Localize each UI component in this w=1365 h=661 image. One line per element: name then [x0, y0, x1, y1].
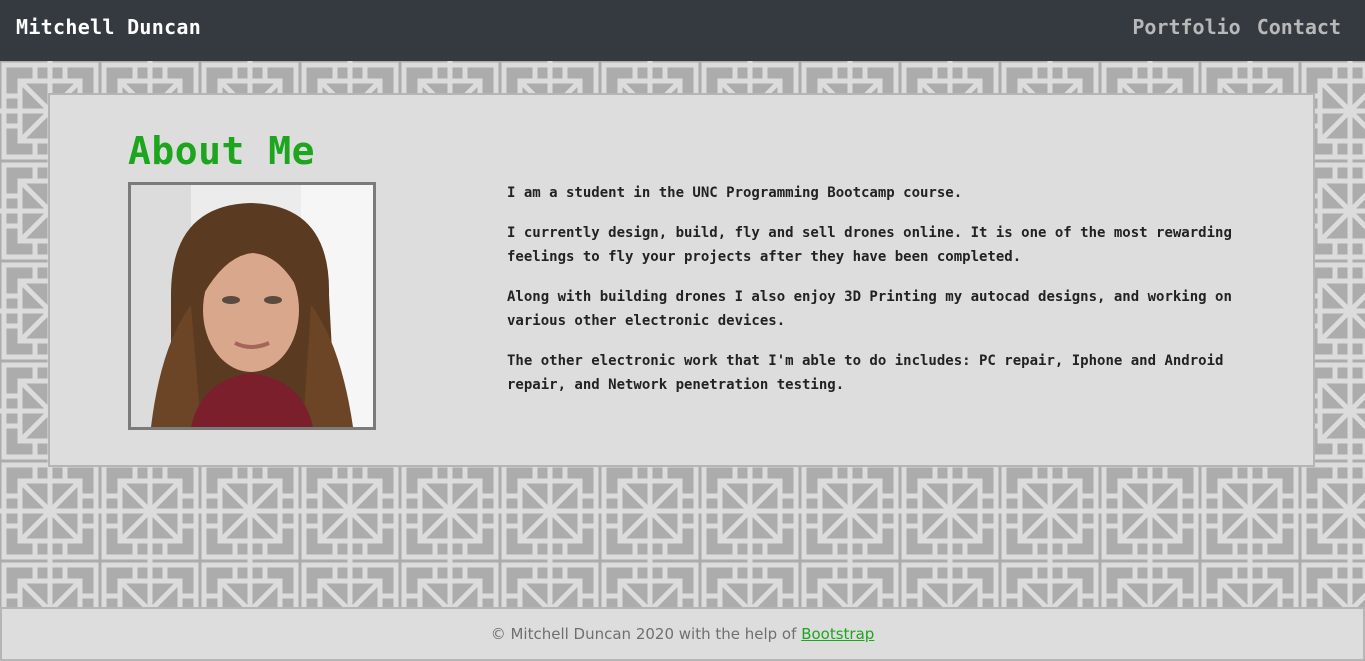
nav-links: Portfolio Contact	[1132, 15, 1341, 39]
footer-text: © Mitchell Duncan 2020 with the help of	[490, 625, 797, 643]
brand-name[interactable]: Mitchell Duncan	[16, 15, 201, 39]
bio-paragraph: Along with building drones I also enjoy …	[507, 289, 1232, 329]
bio-paragraph: I currently design, build, fly and sell …	[507, 225, 1232, 265]
bootstrap-link[interactable]: Bootstrap	[801, 625, 874, 643]
bio-text: I am a student in the UNC Programming Bo…	[507, 181, 1247, 413]
bio-paragraph: I am a student in the UNC Programming Bo…	[507, 185, 963, 201]
page-footer: © Mitchell Duncan 2020 with the help of …	[0, 607, 1365, 661]
about-card: About Me I am a student in the UNC Progr…	[48, 93, 1315, 467]
nav-link-contact[interactable]: Contact	[1257, 15, 1341, 39]
profile-photo	[128, 182, 376, 430]
about-title: About Me	[128, 129, 316, 173]
bio-paragraph: The other electronic work that I'm able …	[507, 353, 1224, 393]
nav-link-portfolio[interactable]: Portfolio	[1132, 15, 1240, 39]
top-navbar: Mitchell Duncan Portfolio Contact	[0, 0, 1365, 61]
